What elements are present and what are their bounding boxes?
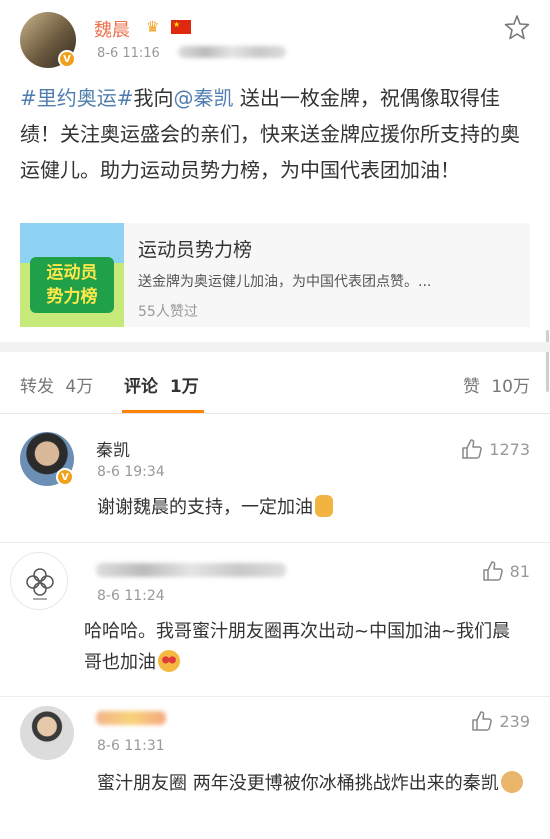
blurred-username	[96, 563, 286, 577]
blurred-username	[96, 711, 166, 725]
clover-logo-icon	[26, 568, 54, 600]
comment-time: 8-6 11:31	[97, 738, 165, 754]
comment-separator	[0, 542, 550, 543]
post-text: #里约奥运#我向@秦凯 送出一枚金牌，祝偶像取得佳绩！关注奥运盛会的亲们，快来送…	[20, 80, 535, 188]
card-description: 送金牌为奥运健儿加油，为中国代表团点赞。...	[138, 274, 432, 290]
tab-likes[interactable]: 赞 10万	[463, 372, 530, 397]
blurred-source	[177, 46, 286, 58]
heart-eyes-emoji-icon	[158, 650, 180, 672]
tab-comments-label: 评论	[124, 377, 158, 397]
comment-item: V 秦凯 8-6 19:34 1273 谢谢魏晨的支持，一定加油	[0, 422, 550, 542]
doge-emoji-icon	[500, 771, 523, 793]
comment-avatar[interactable]	[10, 552, 68, 610]
tab-likes-count: 10万	[491, 377, 530, 397]
weibo-post: V 魏晨 ♛ ★ 8-6 11:16 #里约奥运#我向@秦凯 送出一枚金牌，祝偶…	[0, 0, 550, 340]
comment-text-row: 哈哈哈。我哥蜜汁朋友圈再次出动~中国加油~我们晨哥也加油	[84, 616, 524, 678]
thumbs-up-icon	[472, 711, 493, 731]
tab-comments-count: 1万	[169, 377, 199, 397]
active-tab-indicator	[122, 410, 204, 413]
hashtag-link[interactable]: #里约奥运#	[20, 86, 134, 110]
card-image: 运动员 势力榜	[20, 223, 124, 327]
comment-like-button[interactable]: 81	[482, 560, 530, 582]
post-text-lead: 我向	[133, 86, 174, 110]
comment-like-count: 239	[499, 711, 530, 731]
card-title: 运动员势力榜	[138, 239, 253, 261]
comment-item: 8-6 11:24 81 哈哈哈。我哥蜜汁朋友圈再次出动~中国加油~我们晨哥也加…	[0, 548, 550, 693]
thumbs-up-icon	[462, 439, 483, 459]
star-icon[interactable]	[504, 14, 530, 40]
tab-bar: 转发 4万 评论 1万 赞 10万	[0, 352, 550, 414]
comment-item: 8-6 11:31 239 蜜汁朋友圈 两年没更博被你冰桶挑战炸出来的秦凯	[0, 702, 550, 839]
comment-like-count: 1273	[489, 439, 530, 459]
card-image-line1: 运动员	[46, 263, 98, 283]
china-flag-icon: ★	[171, 20, 191, 34]
comment-text-row: 谢谢魏晨的支持，一定加油	[97, 492, 537, 523]
tab-likes-label: 赞	[462, 377, 480, 397]
tab-repost-count: 4万	[65, 377, 94, 397]
author-name[interactable]: 魏晨	[94, 16, 130, 42]
comment-text: 哈哈哈。我哥蜜汁朋友圈再次出动~中国加油~我们晨哥也加油	[84, 621, 511, 673]
card-likes: 55人赞过	[138, 304, 198, 320]
section-divider	[0, 342, 550, 352]
comment-text: 蜜汁朋友圈 两年没更博被你冰桶挑战炸出来的秦凯	[97, 773, 499, 794]
tab-repost[interactable]: 转发 4万	[20, 372, 93, 397]
tab-comments[interactable]: 评论 1万	[124, 372, 199, 397]
comment-separator	[0, 696, 550, 697]
crown-icon: ♛	[146, 18, 160, 36]
comment-like-button[interactable]: 1273	[461, 438, 530, 460]
comment-like-count: 81	[509, 561, 530, 581]
comment-author[interactable]	[96, 710, 166, 730]
comment-author[interactable]	[96, 562, 286, 582]
thumbs-up-emoji-icon	[315, 495, 333, 517]
post-meta: 8-6 11:16	[97, 46, 286, 61]
comment-avatar[interactable]	[20, 706, 74, 760]
tab-repost-label: 转发	[20, 377, 54, 397]
comment-time: 8-6 11:24	[97, 588, 165, 604]
comment-time: 8-6 19:34	[97, 464, 165, 480]
comment-text: 谢谢魏晨的支持，一定加油	[97, 497, 313, 518]
card-image-line2: 势力榜	[46, 287, 98, 307]
comment-text-row: 蜜汁朋友圈 两年没更博被你冰桶挑战炸出来的秦凯	[97, 768, 537, 799]
comment-like-button[interactable]: 239	[471, 710, 530, 732]
verified-icon: V	[56, 468, 74, 486]
thumbs-up-icon	[482, 561, 503, 581]
post-time: 8-6 11:16	[97, 46, 160, 61]
link-card[interactable]: 运动员 势力榜 运动员势力榜 送金牌为奥运健儿加油，为中国代表团点赞。... 5…	[20, 223, 530, 327]
verified-icon: V	[58, 50, 76, 68]
mention-link[interactable]: @秦凯	[174, 86, 234, 110]
comment-author[interactable]: 秦凯	[96, 436, 130, 461]
